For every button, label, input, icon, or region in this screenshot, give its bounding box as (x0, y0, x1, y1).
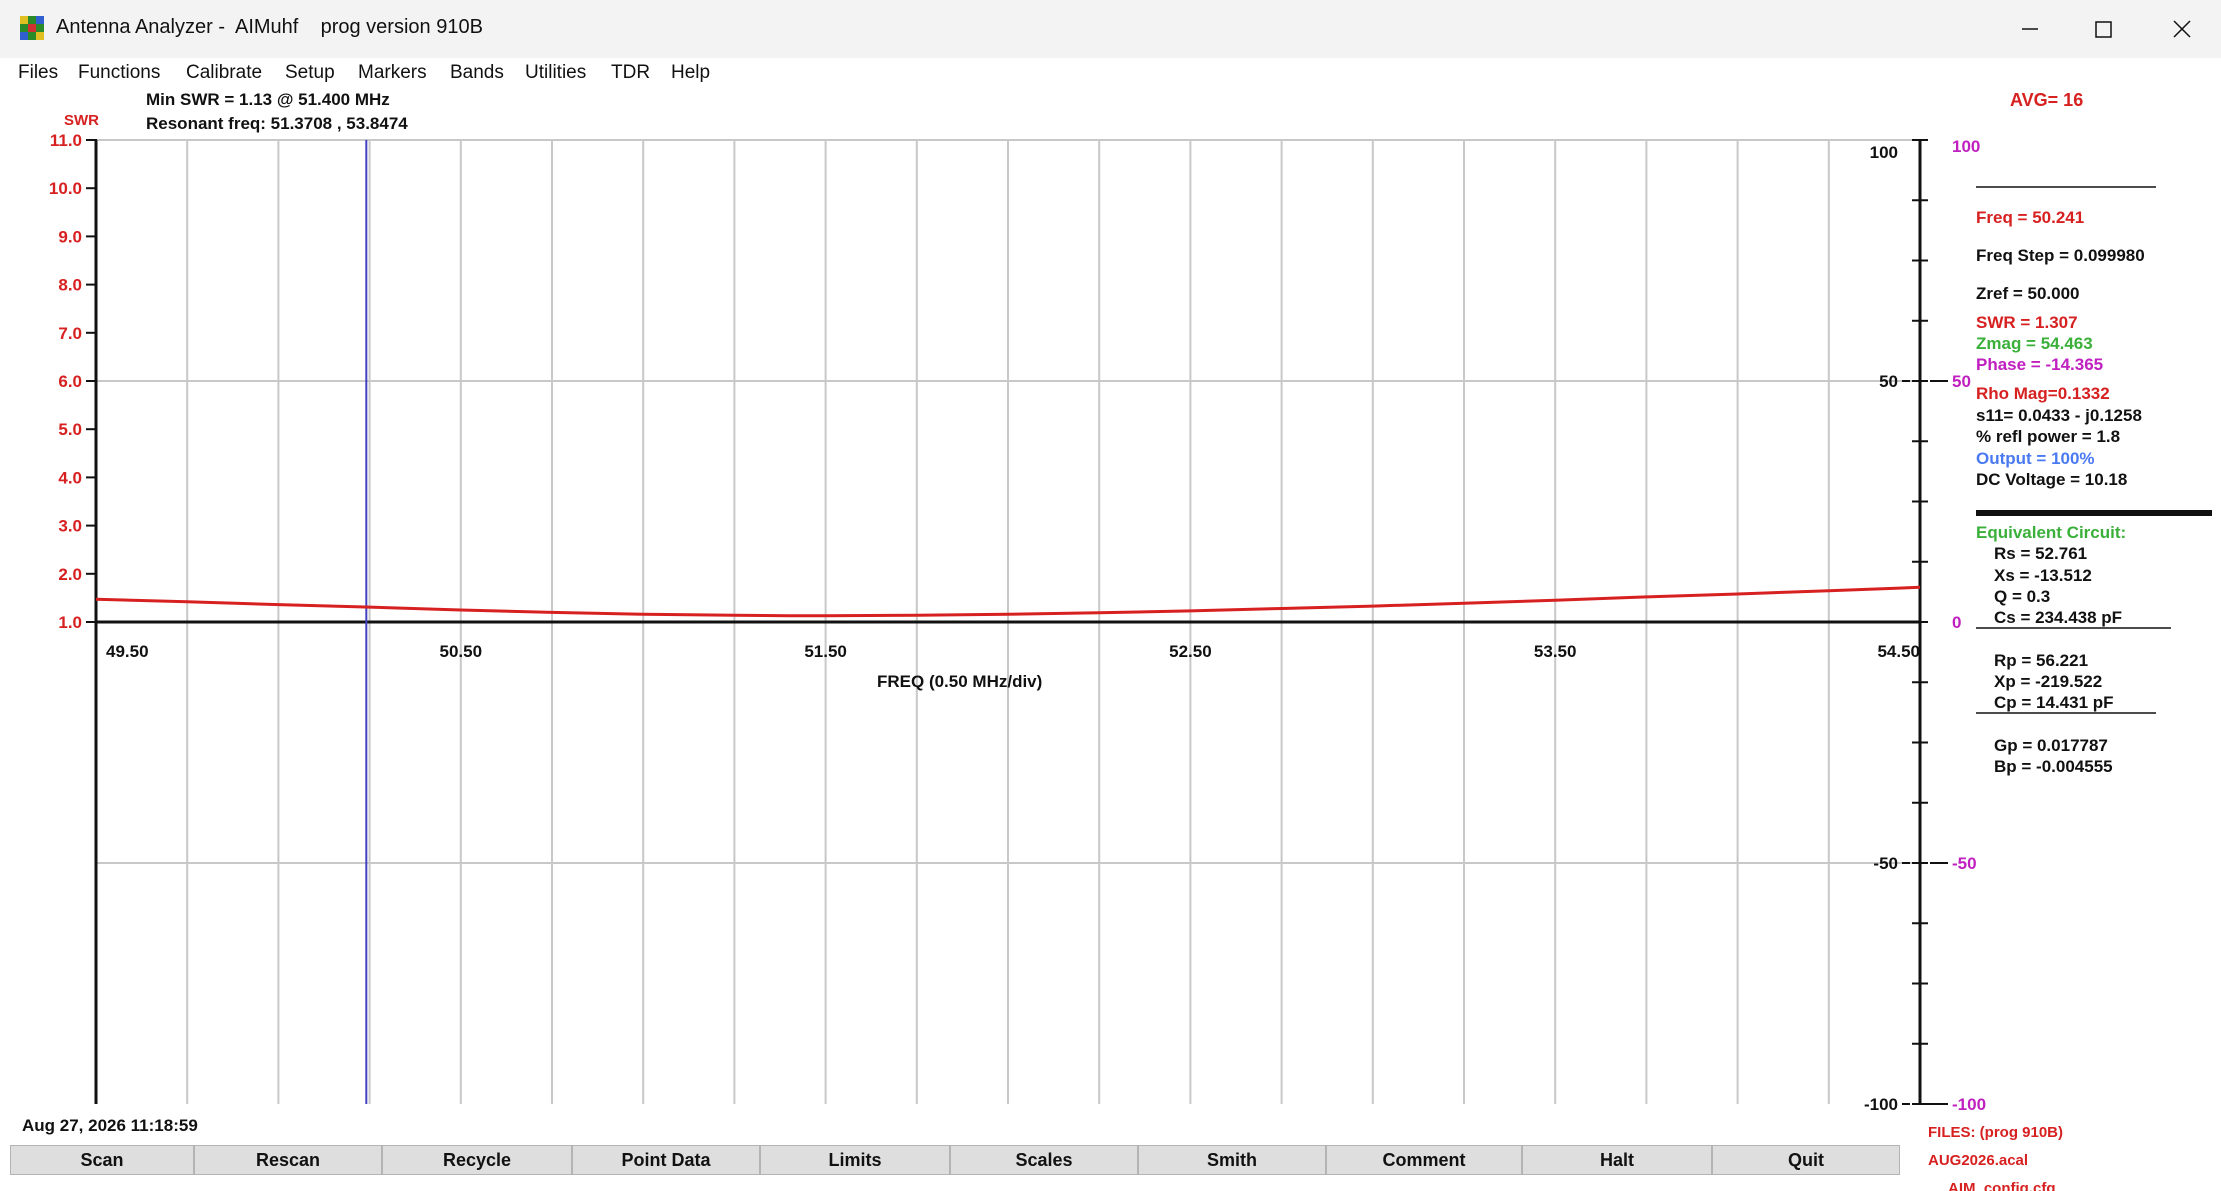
recycle-button[interactable]: Recycle (382, 1145, 572, 1175)
right-inner-tick-label: -100 (1864, 1095, 1898, 1114)
refl-power-readout: % refl power = 1.8 (1976, 427, 2121, 446)
right-outer-tick-label: 0 (1952, 613, 1961, 632)
rp-readout: Rp = 56.221 (1994, 651, 2089, 670)
xs-readout: Xs = -13.512 (1994, 566, 2092, 585)
cs-readout: Cs = 234.438 pF (1994, 608, 2123, 627)
right-outer-tick-label: 50 (1952, 372, 1971, 391)
swr-tick-label: 1.0 (58, 613, 82, 632)
x-axis-title: FREQ (0.50 MHz/div) (877, 672, 1043, 691)
readout-divider-top (1976, 186, 2156, 188)
zmag-readout: Zmag = 54.463 (1976, 334, 2093, 353)
s11-readout: s11= 0.0433 - j0.1258 (1976, 406, 2142, 425)
output-readout: Output = 100% (1976, 449, 2095, 468)
swr-tick-label: 2.0 (58, 565, 82, 584)
swr-tick-label: 6.0 (58, 372, 82, 391)
limits-button[interactable]: Limits (760, 1145, 950, 1175)
smith-button[interactable]: Smith (1138, 1145, 1326, 1175)
files-label: FILES: (prog 910B) (1928, 1124, 2064, 1141)
swr-tick-label: 10.0 (49, 179, 82, 198)
swr-tick-label: 7.0 (58, 324, 82, 343)
comment-button[interactable]: Comment (1326, 1145, 1522, 1175)
right-inner-tick-label: 50 (1879, 372, 1898, 391)
right-inner-tick-label: -50 (1873, 854, 1898, 873)
dc-voltage-readout: DC Voltage = 10.18 (1976, 470, 2128, 489)
freq-tick-label: 54.50 (1877, 642, 1920, 661)
swr-tick-label: 5.0 (58, 420, 82, 439)
rescan-button[interactable]: Rescan (194, 1145, 382, 1175)
swr-readout: SWR = 1.307 (1976, 313, 2078, 332)
point-data-button[interactable]: Point Data (572, 1145, 760, 1175)
swr-tick-label: 9.0 (58, 227, 82, 246)
bp-readout: Bp = -0.004555 (1994, 757, 2113, 776)
scales-button[interactable]: Scales (950, 1145, 1138, 1175)
gp-readout: Gp = 0.017787 (1994, 736, 2108, 755)
halt-button[interactable]: Halt (1522, 1145, 1712, 1175)
rho-mag-readout: Rho Mag=0.1332 (1976, 384, 2110, 403)
freq-step-readout: Freq Step = 0.099980 (1976, 246, 2145, 265)
zref-readout: Zref = 50.000 (1976, 284, 2080, 303)
right-outer-tick-label: -50 (1952, 854, 1977, 873)
phase-readout: Phase = -14.365 (1976, 355, 2104, 374)
freq-tick-label: 53.50 (1534, 642, 1577, 661)
rs-readout: Rs = 52.761 (1994, 544, 2088, 563)
quit-button[interactable]: Quit (1712, 1145, 1900, 1175)
right-outer-tick-label: -100 (1952, 1095, 1986, 1114)
cal-file-name: AUG2026.acal (1928, 1152, 2029, 1169)
plot-axes (86, 139, 1948, 1105)
right-inner-tick-label: 100 (1870, 143, 1898, 162)
swr-tick-label: 3.0 (58, 517, 82, 536)
freq-tick-label: 49.50 (106, 642, 149, 661)
right-outer-tick-label: 100 (1952, 137, 1980, 156)
freq-readout: Freq = 50.241 (1976, 208, 2085, 227)
readout-divider-thick (1976, 510, 2212, 516)
swr-tick-label: 8.0 (58, 276, 82, 295)
config-file-clip: AIM_config.cfg (1928, 1178, 2168, 1191)
readout-divider-cs (1976, 627, 2171, 629)
cp-readout: Cp = 14.431 pF (1994, 693, 2114, 712)
freq-tick-label: 51.50 (804, 642, 847, 661)
equivalent-circuit-title: Equivalent Circuit: (1976, 523, 2127, 542)
xp-readout: Xp = -219.522 (1994, 672, 2103, 691)
swr-tick-label: 11.0 (50, 131, 82, 150)
scan-button[interactable]: Scan (10, 1145, 194, 1175)
q-readout: Q = 0.3 (1994, 587, 2051, 606)
swr-tick-label: 4.0 (58, 468, 82, 487)
readout-divider-cp (1976, 712, 2156, 714)
freq-tick-label: 52.50 (1169, 642, 1212, 661)
freq-tick-label: 50.50 (440, 642, 483, 661)
timestamp: Aug 27, 2026 11:18:59 (22, 1116, 198, 1135)
config-file-name: AIM_config.cfg (1948, 1180, 2056, 1191)
swr-plot: 11.0 10.0 9.0 8.0 7.0 6.0 5.0 4.0 3.0 2.0 1.0 100 50… (49, 131, 1986, 1114)
